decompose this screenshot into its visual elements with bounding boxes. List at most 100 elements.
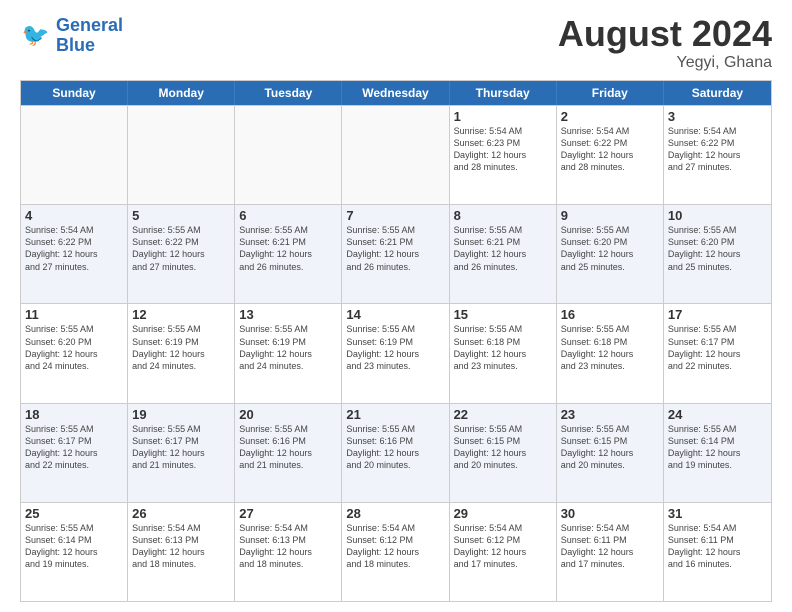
cell-info: Sunrise: 5:55 AM Sunset: 6:15 PM Dayligh… xyxy=(454,423,552,472)
cell-date: 18 xyxy=(25,407,123,422)
day-header-saturday: Saturday xyxy=(664,81,771,105)
cell-info: Sunrise: 5:55 AM Sunset: 6:18 PM Dayligh… xyxy=(454,323,552,372)
calendar-cell: 8Sunrise: 5:55 AM Sunset: 6:21 PM Daylig… xyxy=(450,205,557,303)
calendar-cell: 31Sunrise: 5:54 AM Sunset: 6:11 PM Dayli… xyxy=(664,503,771,601)
calendar-cell: 28Sunrise: 5:54 AM Sunset: 6:12 PM Dayli… xyxy=(342,503,449,601)
cell-info: Sunrise: 5:55 AM Sunset: 6:21 PM Dayligh… xyxy=(346,224,444,273)
calendar-cell: 1Sunrise: 5:54 AM Sunset: 6:23 PM Daylig… xyxy=(450,106,557,204)
cell-info: Sunrise: 5:55 AM Sunset: 6:14 PM Dayligh… xyxy=(25,522,123,571)
calendar-cell: 9Sunrise: 5:55 AM Sunset: 6:20 PM Daylig… xyxy=(557,205,664,303)
cell-date: 14 xyxy=(346,307,444,322)
calendar-cell: 24Sunrise: 5:55 AM Sunset: 6:14 PM Dayli… xyxy=(664,404,771,502)
cell-info: Sunrise: 5:55 AM Sunset: 6:19 PM Dayligh… xyxy=(239,323,337,372)
cell-date: 19 xyxy=(132,407,230,422)
calendar-cell xyxy=(128,106,235,204)
calendar-cell: 15Sunrise: 5:55 AM Sunset: 6:18 PM Dayli… xyxy=(450,304,557,402)
cell-date: 6 xyxy=(239,208,337,223)
cell-date: 31 xyxy=(668,506,767,521)
logo: 🐦 General Blue xyxy=(20,16,123,56)
cell-date: 23 xyxy=(561,407,659,422)
cell-info: Sunrise: 5:55 AM Sunset: 6:16 PM Dayligh… xyxy=(346,423,444,472)
cell-date: 11 xyxy=(25,307,123,322)
cell-info: Sunrise: 5:55 AM Sunset: 6:21 PM Dayligh… xyxy=(239,224,337,273)
calendar-row-2: 4Sunrise: 5:54 AM Sunset: 6:22 PM Daylig… xyxy=(21,204,771,303)
logo-icon: 🐦 xyxy=(20,20,52,52)
calendar-row-1: 1Sunrise: 5:54 AM Sunset: 6:23 PM Daylig… xyxy=(21,105,771,204)
cell-info: Sunrise: 5:54 AM Sunset: 6:13 PM Dayligh… xyxy=(132,522,230,571)
cell-date: 24 xyxy=(668,407,767,422)
calendar-cell: 25Sunrise: 5:55 AM Sunset: 6:14 PM Dayli… xyxy=(21,503,128,601)
cell-info: Sunrise: 5:55 AM Sunset: 6:22 PM Dayligh… xyxy=(132,224,230,273)
calendar-cell: 12Sunrise: 5:55 AM Sunset: 6:19 PM Dayli… xyxy=(128,304,235,402)
location: Yegyi, Ghana xyxy=(558,54,772,72)
cell-info: Sunrise: 5:54 AM Sunset: 6:12 PM Dayligh… xyxy=(346,522,444,571)
calendar-cell: 30Sunrise: 5:54 AM Sunset: 6:11 PM Dayli… xyxy=(557,503,664,601)
calendar-body: 1Sunrise: 5:54 AM Sunset: 6:23 PM Daylig… xyxy=(21,105,771,601)
cell-info: Sunrise: 5:54 AM Sunset: 6:12 PM Dayligh… xyxy=(454,522,552,571)
calendar-cell: 14Sunrise: 5:55 AM Sunset: 6:19 PM Dayli… xyxy=(342,304,449,402)
title-block: August 2024 Yegyi, Ghana xyxy=(558,16,772,72)
calendar-cell: 11Sunrise: 5:55 AM Sunset: 6:20 PM Dayli… xyxy=(21,304,128,402)
calendar-cell: 2Sunrise: 5:54 AM Sunset: 6:22 PM Daylig… xyxy=(557,106,664,204)
cell-date: 30 xyxy=(561,506,659,521)
calendar-header: SundayMondayTuesdayWednesdayThursdayFrid… xyxy=(21,81,771,105)
cell-info: Sunrise: 5:54 AM Sunset: 6:13 PM Dayligh… xyxy=(239,522,337,571)
calendar-cell: 29Sunrise: 5:54 AM Sunset: 6:12 PM Dayli… xyxy=(450,503,557,601)
cell-date: 8 xyxy=(454,208,552,223)
day-header-wednesday: Wednesday xyxy=(342,81,449,105)
calendar-cell: 16Sunrise: 5:55 AM Sunset: 6:18 PM Dayli… xyxy=(557,304,664,402)
cell-date: 22 xyxy=(454,407,552,422)
calendar-cell xyxy=(21,106,128,204)
cell-info: Sunrise: 5:54 AM Sunset: 6:11 PM Dayligh… xyxy=(561,522,659,571)
cell-info: Sunrise: 5:55 AM Sunset: 6:20 PM Dayligh… xyxy=(561,224,659,273)
header: 🐦 General Blue August 2024 Yegyi, Ghana xyxy=(20,16,772,72)
cell-info: Sunrise: 5:54 AM Sunset: 6:23 PM Dayligh… xyxy=(454,125,552,174)
calendar-cell: 20Sunrise: 5:55 AM Sunset: 6:16 PM Dayli… xyxy=(235,404,342,502)
cell-info: Sunrise: 5:54 AM Sunset: 6:22 PM Dayligh… xyxy=(668,125,767,174)
cell-info: Sunrise: 5:55 AM Sunset: 6:20 PM Dayligh… xyxy=(668,224,767,273)
cell-date: 7 xyxy=(346,208,444,223)
cell-date: 5 xyxy=(132,208,230,223)
cell-info: Sunrise: 5:54 AM Sunset: 6:11 PM Dayligh… xyxy=(668,522,767,571)
calendar-cell: 3Sunrise: 5:54 AM Sunset: 6:22 PM Daylig… xyxy=(664,106,771,204)
cell-date: 12 xyxy=(132,307,230,322)
cell-info: Sunrise: 5:55 AM Sunset: 6:17 PM Dayligh… xyxy=(668,323,767,372)
cell-date: 4 xyxy=(25,208,123,223)
cell-date: 15 xyxy=(454,307,552,322)
svg-text:🐦: 🐦 xyxy=(22,22,50,47)
cell-date: 27 xyxy=(239,506,337,521)
logo-text: General Blue xyxy=(56,16,123,56)
cell-info: Sunrise: 5:55 AM Sunset: 6:15 PM Dayligh… xyxy=(561,423,659,472)
cell-date: 20 xyxy=(239,407,337,422)
calendar-cell: 7Sunrise: 5:55 AM Sunset: 6:21 PM Daylig… xyxy=(342,205,449,303)
calendar-row-3: 11Sunrise: 5:55 AM Sunset: 6:20 PM Dayli… xyxy=(21,303,771,402)
cell-date: 13 xyxy=(239,307,337,322)
calendar-cell: 27Sunrise: 5:54 AM Sunset: 6:13 PM Dayli… xyxy=(235,503,342,601)
cell-date: 21 xyxy=(346,407,444,422)
calendar-cell: 4Sunrise: 5:54 AM Sunset: 6:22 PM Daylig… xyxy=(21,205,128,303)
cell-info: Sunrise: 5:54 AM Sunset: 6:22 PM Dayligh… xyxy=(561,125,659,174)
calendar-cell xyxy=(342,106,449,204)
cell-date: 29 xyxy=(454,506,552,521)
cell-date: 17 xyxy=(668,307,767,322)
cell-info: Sunrise: 5:55 AM Sunset: 6:17 PM Dayligh… xyxy=(132,423,230,472)
day-header-tuesday: Tuesday xyxy=(235,81,342,105)
calendar-cell: 13Sunrise: 5:55 AM Sunset: 6:19 PM Dayli… xyxy=(235,304,342,402)
calendar-cell: 10Sunrise: 5:55 AM Sunset: 6:20 PM Dayli… xyxy=(664,205,771,303)
calendar-cell: 17Sunrise: 5:55 AM Sunset: 6:17 PM Dayli… xyxy=(664,304,771,402)
calendar-row-5: 25Sunrise: 5:55 AM Sunset: 6:14 PM Dayli… xyxy=(21,502,771,601)
day-header-thursday: Thursday xyxy=(450,81,557,105)
cell-info: Sunrise: 5:55 AM Sunset: 6:19 PM Dayligh… xyxy=(132,323,230,372)
cell-date: 3 xyxy=(668,109,767,124)
cell-date: 28 xyxy=(346,506,444,521)
cell-info: Sunrise: 5:55 AM Sunset: 6:19 PM Dayligh… xyxy=(346,323,444,372)
calendar-cell: 23Sunrise: 5:55 AM Sunset: 6:15 PM Dayli… xyxy=(557,404,664,502)
month-title: August 2024 xyxy=(558,16,772,52)
cell-info: Sunrise: 5:54 AM Sunset: 6:22 PM Dayligh… xyxy=(25,224,123,273)
cell-date: 9 xyxy=(561,208,659,223)
calendar-cell: 26Sunrise: 5:54 AM Sunset: 6:13 PM Dayli… xyxy=(128,503,235,601)
cell-info: Sunrise: 5:55 AM Sunset: 6:16 PM Dayligh… xyxy=(239,423,337,472)
cell-date: 1 xyxy=(454,109,552,124)
cell-date: 2 xyxy=(561,109,659,124)
cell-info: Sunrise: 5:55 AM Sunset: 6:21 PM Dayligh… xyxy=(454,224,552,273)
